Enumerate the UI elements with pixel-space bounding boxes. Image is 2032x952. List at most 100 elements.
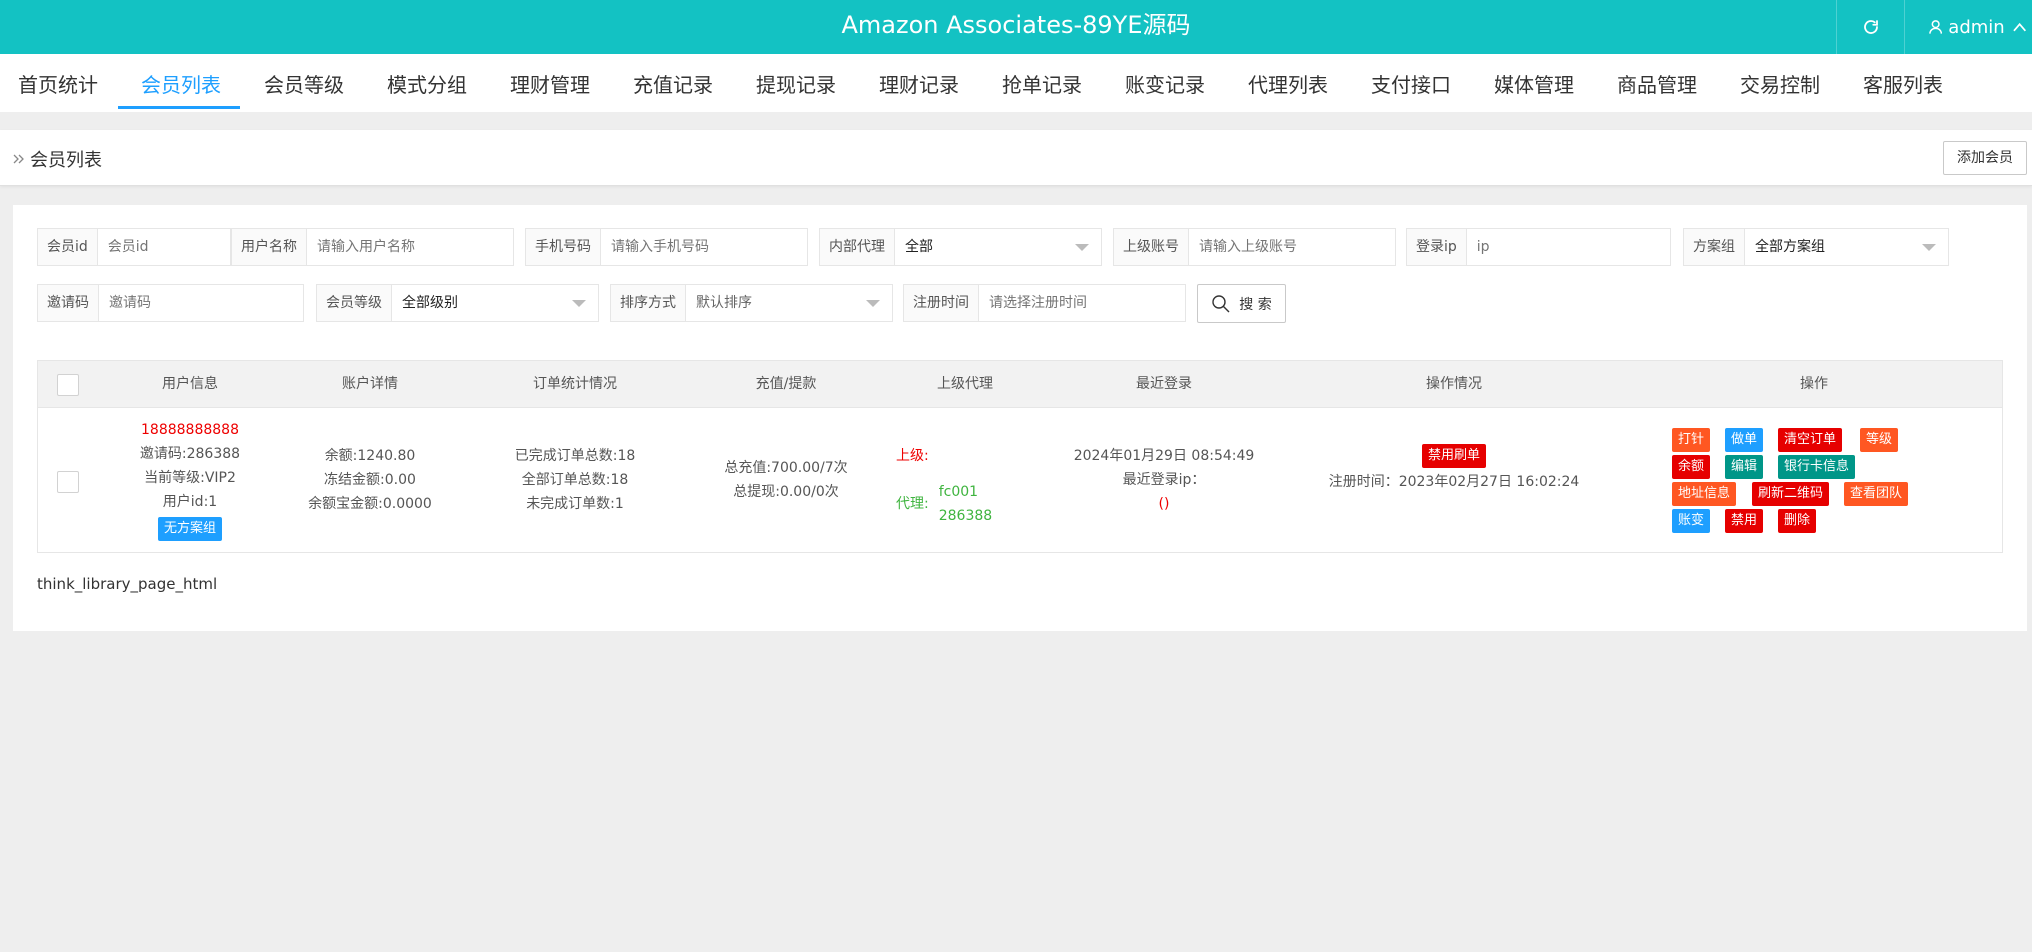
refresh-button[interactable]	[1836, 0, 1904, 54]
refresh-icon	[1863, 20, 1878, 34]
search-button[interactable]: 搜 索	[1197, 284, 1286, 323]
pagination-text: think_library_page_html	[37, 575, 218, 593]
app-title: Amazon Associates-89YE源码	[841, 11, 1191, 39]
disable-button[interactable]: 禁用	[1725, 509, 1764, 533]
tab-customer-service[interactable]: 客服列表	[1863, 54, 1943, 112]
plan-group-badge[interactable]: 无方案组	[157, 517, 222, 541]
tab-trade-control[interactable]: 交易控制	[1740, 54, 1820, 112]
order-stats-cell: 已完成订单总数:18 全部订单总数:18 未完成订单数:1	[485, 444, 665, 516]
user-menu[interactable]: admin	[1904, 0, 2032, 54]
search-button-label: 搜 索	[1239, 296, 1272, 313]
user-info-cell: 18888888888 邀请码:286388 当前等级:VIP2 用户id:1 …	[100, 418, 280, 541]
column-header: 账户详情	[342, 376, 398, 392]
clear-orders-button[interactable]: 清空订单	[1778, 428, 1843, 452]
refresh-qrcode-button[interactable]: 刷新二维码	[1752, 482, 1830, 506]
sort-select[interactable]: 默认排序	[686, 285, 892, 321]
tab-member-level[interactable]: 会员等级	[264, 54, 344, 112]
tab-balance-changes[interactable]: 账变记录	[1125, 54, 1205, 112]
tab-grab-orders[interactable]: 抢单记录	[1002, 54, 1082, 112]
yuebao-amount: 余额宝金额:0.0000	[308, 496, 432, 512]
last-login-cell: 2024年01月29日 08:54:49 最近登录ip： ()	[1064, 444, 1264, 516]
orders-total: 全部订单总数:18	[521, 472, 629, 488]
breadcrumb-current: 会员列表	[30, 150, 102, 171]
breadcrumb-bar: 会员列表 添加会员	[0, 130, 2032, 186]
tab-media-manage[interactable]: 媒体管理	[1494, 54, 1574, 112]
column-header: 操作	[1800, 376, 1828, 392]
ban-brush-badge[interactable]: 禁用刷单	[1421, 444, 1486, 468]
select-all-checkbox[interactable]	[57, 374, 79, 396]
dropdown-arrow-icon	[866, 300, 880, 307]
column-header: 操作情况	[1426, 376, 1482, 392]
tab-home-stats[interactable]: 首页统计	[18, 54, 98, 112]
tab-product-manage[interactable]: 商品管理	[1617, 54, 1697, 112]
user-level: 当前等级:VIP2	[144, 470, 236, 486]
username-input[interactable]	[307, 229, 513, 265]
select-value: 默认排序	[696, 295, 752, 311]
address-button[interactable]: 地址信息	[1672, 482, 1737, 506]
member-table: 用户信息 账户详情 订单统计情况 充值/提款 上级代理 最近登录 操作情况 操作…	[37, 360, 2003, 553]
filter-label: 内部代理	[820, 229, 895, 265]
add-member-button[interactable]: 添加会员	[1943, 141, 2027, 175]
dropdown-arrow-icon	[572, 300, 586, 307]
make-order-button[interactable]: 做单	[1725, 428, 1764, 452]
filter-internal-agent: 内部代理 全部	[819, 228, 1102, 266]
top-header: Amazon Associates-89YE源码 admin	[0, 0, 2032, 54]
frozen-amount: 冻结金额:0.00	[324, 472, 416, 488]
tab-mode-group[interactable]: 模式分组	[387, 54, 467, 112]
invite-code: 邀请码:286388	[139, 446, 241, 462]
last-login-ip-value: ()	[1158, 496, 1170, 512]
filter-username: 用户名称	[231, 228, 514, 266]
balance-change-button[interactable]: 账变	[1672, 509, 1711, 533]
total-recharge: 总充值:700.00/7次	[724, 460, 848, 476]
view-team-button[interactable]: 查看团队	[1844, 482, 1909, 506]
dropdown-arrow-icon	[1922, 244, 1936, 251]
injection-button[interactable]: 打针	[1672, 428, 1711, 452]
tab-payment-interface[interactable]: 支付接口	[1371, 54, 1451, 112]
row-checkbox[interactable]	[57, 471, 79, 493]
column-header: 最近登录	[1136, 376, 1192, 392]
filter-sort: 排序方式 默认排序	[610, 284, 893, 322]
account-details-cell: 余额:1240.80 冻结金额:0.00 余额宝金额:0.0000	[290, 444, 450, 516]
filter-label: 排序方式	[611, 285, 686, 321]
filter-superior-account: 上级账号	[1113, 228, 1396, 266]
login-ip-input[interactable]	[1466, 229, 1670, 265]
main-nav: 首页统计 会员列表 会员等级 模式分组 理财管理 充值记录 提现记录 理财记录 …	[0, 54, 2032, 112]
orders-pending: 未完成订单数:1	[526, 496, 624, 512]
column-header: 上级代理	[937, 376, 993, 392]
search-icon	[1212, 294, 1230, 312]
member-level-select[interactable]: 全部级别	[392, 285, 598, 321]
superior-account-input[interactable]	[1189, 229, 1395, 265]
member-list-card: 会员id 用户名称 手机号码 内部代理 全部 上级账号 登录ip 方案组 全部方…	[13, 205, 2027, 631]
user-phone: 18888888888	[141, 422, 239, 438]
member-id-input[interactable]	[97, 229, 230, 265]
username-label: admin	[1948, 16, 2005, 38]
column-header: 充值/提款	[755, 376, 817, 392]
bank-card-button[interactable]: 银行卡信息	[1778, 455, 1856, 479]
select-value: 全部方案组	[1755, 239, 1825, 255]
level-button[interactable]: 等级	[1860, 428, 1899, 452]
tab-finance-manage[interactable]: 理财管理	[510, 54, 590, 112]
column-header: 用户信息	[162, 376, 218, 392]
edit-button[interactable]: 编辑	[1725, 455, 1764, 479]
superior-label: 上级:	[896, 448, 929, 464]
delete-button[interactable]: 删除	[1778, 509, 1817, 533]
select-value: 全部级别	[402, 295, 458, 311]
tab-withdraw-records[interactable]: 提现记录	[756, 54, 836, 112]
last-login-ip-label: 最近登录ip：	[1122, 472, 1206, 488]
register-time-input[interactable]	[979, 285, 1185, 321]
tab-finance-records[interactable]: 理财记录	[879, 54, 959, 112]
phone-input[interactable]	[601, 229, 807, 265]
internal-agent-select[interactable]: 全部	[895, 229, 1101, 265]
table-row: 18888888888 邀请码:286388 当前等级:VIP2 用户id:1 …	[38, 408, 2002, 552]
filter-invite-code: 邀请码	[37, 284, 304, 322]
invite-code-input[interactable]	[99, 285, 303, 321]
active-tab-indicator	[118, 106, 240, 109]
tab-agent-list[interactable]: 代理列表	[1248, 54, 1328, 112]
user-icon	[1929, 20, 1943, 34]
filter-label: 会员id	[38, 229, 98, 265]
tab-recharge-records[interactable]: 充值记录	[633, 54, 713, 112]
balance-button[interactable]: 余额	[1672, 455, 1711, 479]
plan-group-select[interactable]: 全部方案组	[1745, 229, 1948, 265]
operation-status-cell: 禁用刷单 注册时间：2023年02月27日 16:02:24	[1324, 443, 1584, 494]
tab-member-list[interactable]: 会员列表	[141, 54, 221, 112]
